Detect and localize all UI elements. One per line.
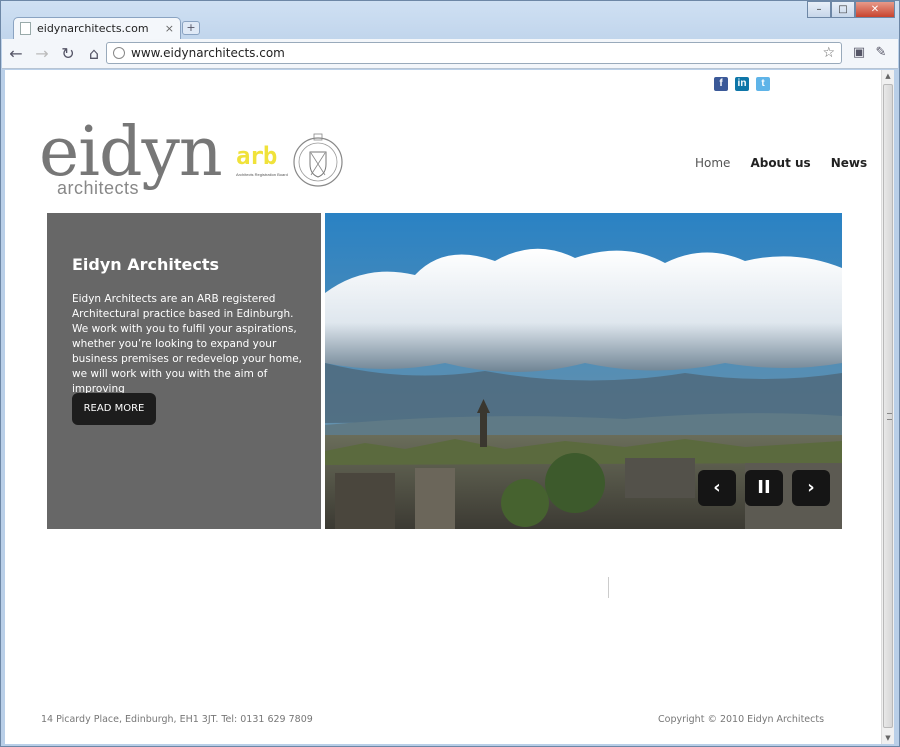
browser-toolbar: ← → ↻ ⌂ www.eidynarchitects.com ☆ ▣ ✎ <box>2 39 898 69</box>
footer-address: 14 Picardy Place, Edinburgh, EH1 3JT. Te… <box>41 714 313 725</box>
hero-title: Eidyn Architects <box>72 255 220 274</box>
tab-close-icon[interactable]: × <box>165 22 174 35</box>
scroll-grip-icon <box>887 413 892 420</box>
site-logo[interactable]: eidyn architects <box>39 118 229 204</box>
toolbar-right: ▣ ✎ <box>848 42 892 64</box>
nav-about-us[interactable]: About us <box>750 156 810 170</box>
social-links: f in t <box>714 77 770 91</box>
linkedin-icon[interactable]: in <box>735 77 749 91</box>
previous-slide-button[interactable]: ‹ <box>698 470 736 506</box>
window-controls: – □ ✕ <box>807 1 895 18</box>
back-button[interactable]: ← <box>4 42 28 66</box>
twitter-icon[interactable]: t <box>756 77 770 91</box>
browser-tab[interactable]: eidynarchitects.com × <box>13 17 181 39</box>
maximize-button[interactable]: □ <box>831 1 855 18</box>
url-text[interactable]: www.eidynarchitects.com <box>131 46 822 60</box>
next-slide-button[interactable]: › <box>792 470 830 506</box>
minimize-button[interactable]: – <box>807 1 831 18</box>
arb-text: Architects Registration Board <box>236 172 288 177</box>
seal-icon <box>293 133 343 187</box>
nav-home[interactable]: Home <box>695 156 730 170</box>
page-icon <box>20 22 31 35</box>
read-more-button[interactable]: READ MORE <box>72 393 156 425</box>
scroll-thumb[interactable] <box>883 84 893 728</box>
slideshow-image: ‹ II › <box>325 213 842 529</box>
tab-title: eidynarchitects.com <box>37 22 149 35</box>
pause-slide-button[interactable]: II <box>745 470 783 506</box>
vertical-scrollbar[interactable]: ▲ ▼ <box>881 70 894 744</box>
scroll-down-icon[interactable]: ▼ <box>884 734 892 742</box>
tab-strip: eidynarchitects.com × + – □ ✕ <box>1 1 900 39</box>
bookmark-star-icon[interactable]: ☆ <box>822 45 835 61</box>
nav-news[interactable]: News <box>831 156 867 170</box>
logo-subtitle: architects <box>57 178 140 198</box>
address-bar[interactable]: www.eidynarchitects.com ☆ <box>106 42 842 64</box>
hero-panel: Eidyn Architects Eidyn Architects are an… <box>47 213 321 529</box>
facebook-icon[interactable]: f <box>714 77 728 91</box>
globe-icon <box>113 47 125 59</box>
main-nav: Home About us News <box>695 156 867 170</box>
footer-copyright: Copyright © 2010 Eidyn Architects <box>658 714 825 725</box>
arb-logo: arb Architects Registration Board <box>236 143 292 183</box>
divider <box>608 577 609 598</box>
forward-button[interactable]: → <box>30 42 54 66</box>
arb-mark: arb <box>236 142 277 170</box>
browser-window: eidynarchitects.com × + – □ ✕ ← → ↻ ⌂ ww… <box>0 0 900 747</box>
page-menu-icon[interactable]: ▣ <box>848 42 870 64</box>
wrench-icon[interactable]: ✎ <box>870 42 892 64</box>
scroll-up-icon[interactable]: ▲ <box>884 72 892 80</box>
page-viewport: f in t eidyn architects arb Architects R… <box>5 70 894 744</box>
new-tab-button[interactable]: + <box>182 21 200 35</box>
slideshow-controls: ‹ II › <box>698 470 830 506</box>
close-window-button[interactable]: ✕ <box>855 1 895 18</box>
hero-text: Eidyn Architects are an ARB registered A… <box>72 293 303 395</box>
reload-button[interactable]: ↻ <box>56 42 80 66</box>
home-button[interactable]: ⌂ <box>82 42 106 66</box>
